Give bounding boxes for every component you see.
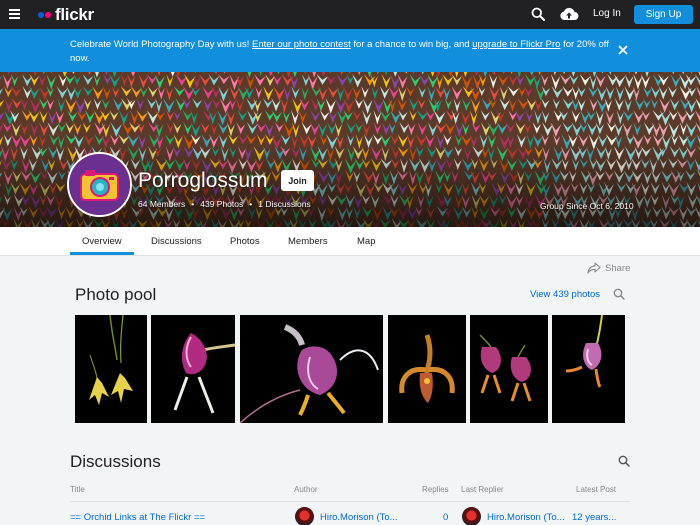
flickr-logo[interactable]: flickr bbox=[38, 5, 94, 25]
group-name: Porroglossum bbox=[138, 169, 268, 192]
column-header-latest-post: Latest Post bbox=[576, 485, 617, 494]
stat-separator: • bbox=[249, 199, 253, 209]
search-icon[interactable] bbox=[613, 288, 625, 300]
banner-text: Celebrate World Photography Day with us!… bbox=[70, 38, 610, 66]
logo-pink-dot bbox=[45, 12, 51, 18]
discussion-title-link[interactable]: == Orchid Links at The Flickr == bbox=[70, 512, 205, 523]
pool-photo-purple-orchid[interactable] bbox=[151, 315, 235, 423]
logo-text: flickr bbox=[55, 5, 94, 24]
group-cover: Porroglossum Join 64 Members • 439 Photo… bbox=[0, 72, 700, 227]
replies-count: 0 bbox=[443, 512, 449, 523]
latest-post-link[interactable]: 12 years... bbox=[572, 512, 616, 523]
group-since: Group Since Oct 6, 2010 bbox=[540, 201, 634, 211]
signup-button[interactable]: Sign Up bbox=[634, 5, 693, 24]
tab-discussions[interactable]: Discussions bbox=[151, 236, 202, 247]
table-divider bbox=[70, 501, 630, 502]
photo-pool-title: Photo pool bbox=[75, 285, 157, 304]
last-replier-link[interactable]: Hiro.Morison (To... bbox=[487, 512, 565, 523]
group-stats: 64 Members • 439 Photos • 1 Discussions bbox=[138, 199, 311, 209]
menu-icon[interactable] bbox=[9, 9, 20, 19]
banner-mid: for a chance to win big, and bbox=[350, 39, 473, 50]
pool-photo-lilac-orchid[interactable] bbox=[552, 315, 625, 423]
promo-banner: Celebrate World Photography Day with us!… bbox=[0, 29, 700, 72]
group-tabs: Overview Discussions Photos Members Map bbox=[0, 227, 700, 256]
stat-separator: • bbox=[191, 199, 195, 209]
discussions-count: 1 Discussions bbox=[258, 199, 311, 209]
pool-photo-orchid-closeup[interactable] bbox=[240, 315, 383, 423]
login-link[interactable]: Log In bbox=[593, 8, 621, 19]
photos-count: 439 Photos bbox=[200, 199, 244, 209]
column-header-last-replier: Last Replier bbox=[461, 485, 504, 494]
group-avatar bbox=[67, 152, 132, 217]
logo-blue-dot bbox=[38, 12, 44, 18]
tab-members[interactable]: Members bbox=[288, 236, 328, 247]
search-icon[interactable] bbox=[618, 455, 630, 467]
upgrade-pro-link[interactable]: upgrade to Flickr Pro bbox=[472, 39, 560, 50]
author-avatar[interactable] bbox=[295, 507, 314, 525]
tab-overview[interactable]: Overview bbox=[82, 236, 122, 247]
camera-icon bbox=[69, 154, 130, 215]
column-header-author: Author bbox=[294, 485, 318, 494]
pool-photo-yellow-orchids[interactable] bbox=[75, 315, 147, 423]
photo-contest-link[interactable]: Enter our photo contest bbox=[252, 39, 351, 50]
author-link[interactable]: Hiro.Morison (To... bbox=[320, 512, 398, 523]
discussions-title: Discussions bbox=[70, 452, 161, 471]
share-label: Share bbox=[605, 262, 631, 274]
upload-cloud-icon[interactable] bbox=[559, 6, 579, 22]
share-button[interactable]: Share bbox=[587, 262, 630, 274]
share-icon bbox=[587, 262, 601, 274]
pool-photo-pink-orchids[interactable] bbox=[470, 315, 548, 423]
top-nav: flickr Log In Sign Up bbox=[0, 0, 700, 29]
join-button[interactable]: Join bbox=[281, 170, 314, 191]
tab-map[interactable]: Map bbox=[357, 236, 375, 247]
column-header-title: Title bbox=[70, 485, 85, 494]
pool-photo-golden-orchid[interactable] bbox=[388, 315, 466, 423]
members-count: 64 Members bbox=[138, 199, 186, 209]
last-replier-avatar[interactable] bbox=[462, 507, 481, 525]
close-icon[interactable] bbox=[616, 43, 630, 57]
search-icon[interactable] bbox=[531, 7, 545, 21]
banner-lead: Celebrate World Photography Day with us! bbox=[70, 39, 252, 50]
column-header-replies: Replies bbox=[422, 485, 449, 494]
tab-photos[interactable]: Photos bbox=[230, 236, 260, 247]
view-photos-link[interactable]: View 439 photos bbox=[530, 289, 600, 300]
active-tab-indicator bbox=[70, 252, 134, 255]
